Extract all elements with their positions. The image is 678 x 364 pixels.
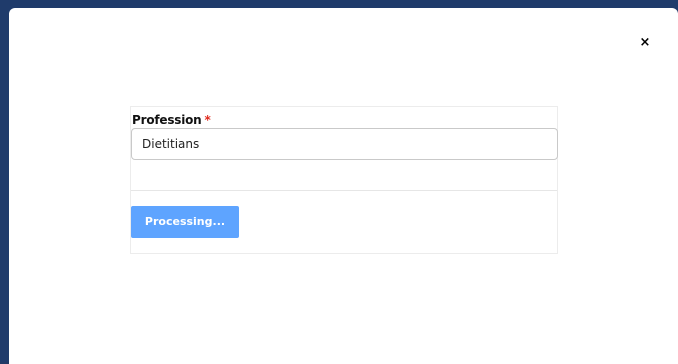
required-marker: * bbox=[204, 113, 211, 127]
profession-form: Profession* Processing... bbox=[130, 106, 558, 254]
close-icon[interactable]: × bbox=[638, 36, 652, 50]
submit-button[interactable]: Processing... bbox=[131, 206, 239, 238]
profession-input[interactable] bbox=[131, 128, 558, 160]
form-actions: Processing... bbox=[131, 191, 557, 253]
profession-label-text: Profession bbox=[132, 113, 202, 127]
modal-dialog: × Profession* Processing... bbox=[9, 8, 678, 364]
profession-field-group: Profession * bbox=[131, 107, 558, 191]
profession-label: Profession * bbox=[132, 113, 211, 127]
